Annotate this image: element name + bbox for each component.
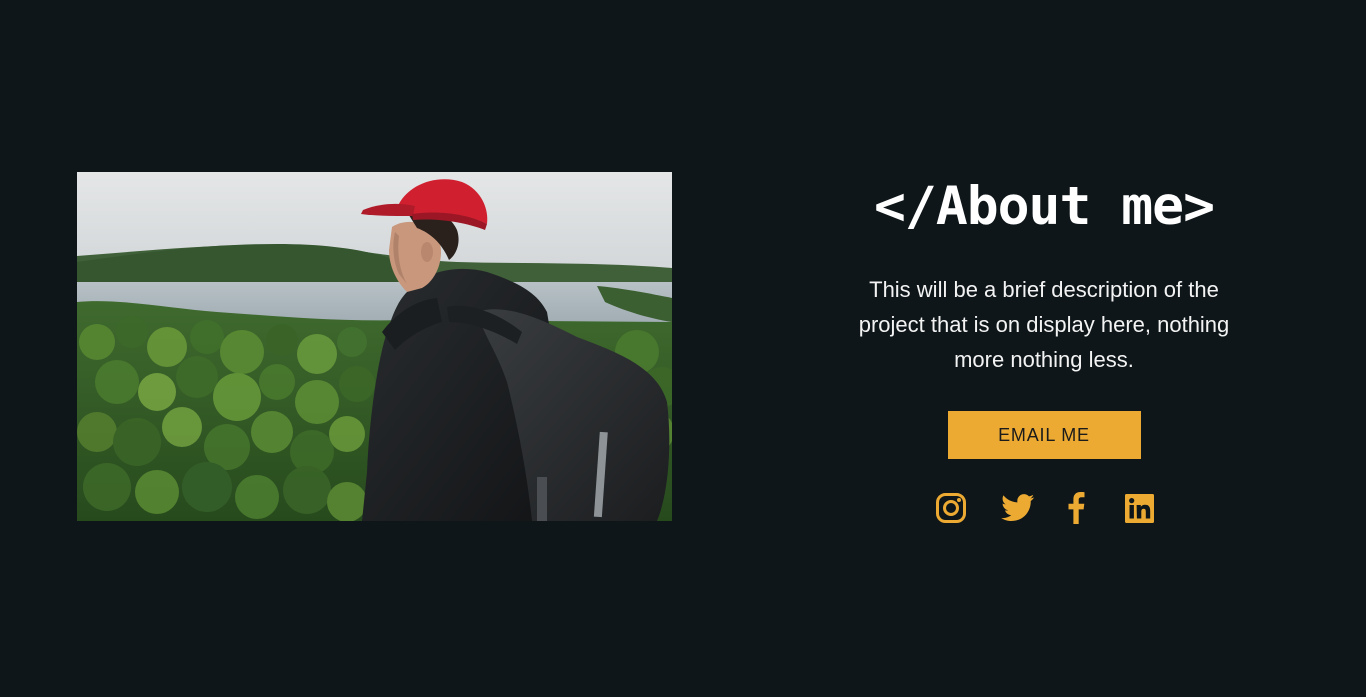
- about-description: This will be a brief description of the …: [858, 277, 1230, 372]
- about-section: </About me> This will be a brief descrip…: [824, 172, 1264, 525]
- page: </About me> This will be a brief descrip…: [0, 0, 1366, 697]
- instagram-link[interactable]: [934, 491, 968, 525]
- facebook-link[interactable]: [1066, 491, 1086, 525]
- linkedin-link[interactable]: [1124, 491, 1154, 525]
- facebook-icon: [1068, 492, 1085, 524]
- email-me-button[interactable]: EMAIL ME: [947, 411, 1141, 459]
- social-links: [824, 491, 1264, 525]
- instagram-icon: [936, 493, 966, 523]
- twitter-link[interactable]: [1000, 491, 1036, 525]
- hero-photo: [77, 172, 672, 521]
- about-title: </About me>: [874, 176, 1215, 237]
- twitter-icon: [1001, 494, 1035, 522]
- linkedin-icon: [1124, 493, 1154, 523]
